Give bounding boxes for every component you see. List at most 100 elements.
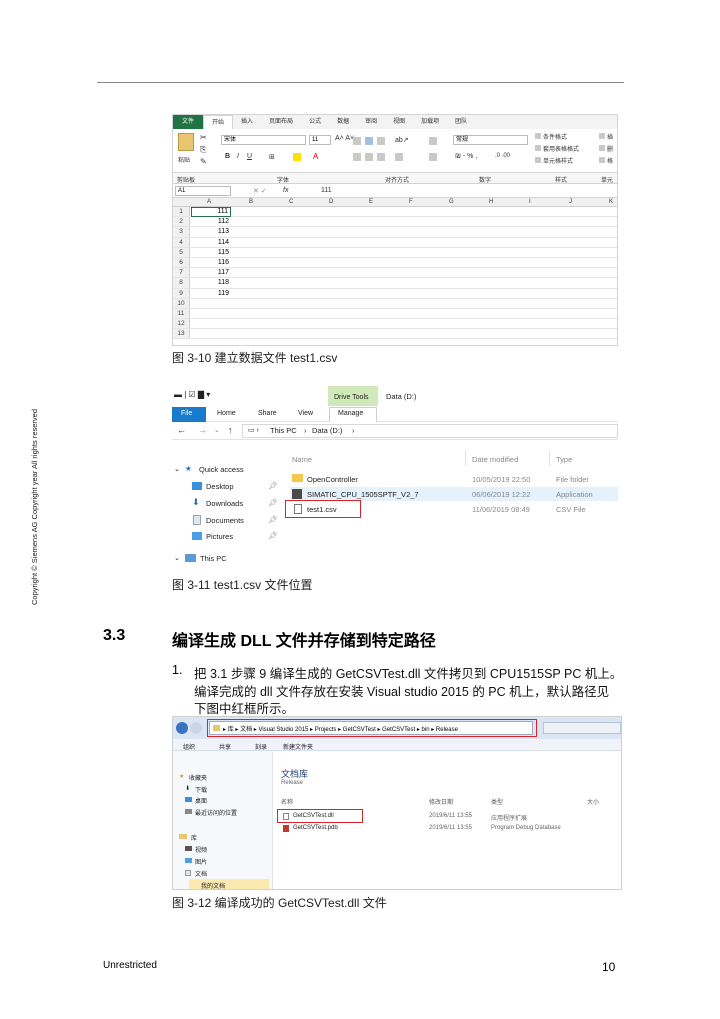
excel-tab-file[interactable]: 文件: [173, 115, 204, 129]
column-date-modified[interactable]: 修改日期: [429, 797, 453, 806]
col-header-h[interactable]: H: [489, 199, 493, 205]
format-cells-button[interactable]: 格: [607, 156, 613, 165]
excel-tab-formulas[interactable]: 公式: [301, 115, 329, 129]
font-grow-icon[interactable]: A˄ A˅: [335, 135, 354, 142]
column-type[interactable]: 类型: [491, 797, 503, 806]
toolbar-burn[interactable]: 刻录: [255, 742, 267, 751]
column-date-modified[interactable]: Date modified: [472, 455, 518, 464]
row-number[interactable]: 4: [173, 237, 190, 247]
cell-a[interactable]: 114: [191, 238, 231, 248]
nav-documents[interactable]: 文档: [195, 869, 207, 878]
pin-icon[interactable]: 📌︎: [268, 481, 278, 490]
row-number[interactable]: 2: [173, 217, 190, 227]
explorer1-tab-file[interactable]: File: [181, 410, 192, 417]
col-header-c[interactable]: C: [289, 199, 293, 205]
expand-chevron-icon[interactable]: ⌄: [174, 465, 180, 473]
nav-this-pc[interactable]: This PC: [200, 554, 227, 563]
paste-button-label[interactable]: 粘贴: [178, 155, 190, 164]
breadcrumb-this-pc[interactable]: This PC: [270, 426, 297, 435]
fill-color-icon[interactable]: [293, 153, 301, 161]
explorer1-address-bar[interactable]: [242, 424, 618, 438]
name-box[interactable]: A1: [175, 186, 231, 196]
table-format-button[interactable]: 套用表格格式: [543, 144, 579, 153]
cell-a[interactable]: 119: [191, 289, 231, 299]
excel-tab-addins[interactable]: 加载项: [413, 115, 447, 129]
row-number[interactable]: 11: [173, 308, 190, 319]
wrap-text-icon[interactable]: [429, 137, 437, 145]
column-type[interactable]: Type: [556, 455, 572, 464]
column-name[interactable]: Name: [292, 455, 312, 464]
row-number[interactable]: 1: [173, 207, 190, 217]
indent-icon[interactable]: [395, 153, 403, 161]
paste-icon[interactable]: [178, 133, 194, 151]
formula-fx-icon[interactable]: fx: [283, 187, 288, 194]
excel-tab-review[interactable]: 审阅: [357, 115, 385, 129]
col-header-f[interactable]: F: [409, 199, 413, 205]
formula-input[interactable]: 111: [321, 187, 332, 194]
col-header-d[interactable]: D: [329, 199, 333, 205]
decimal-icon[interactable]: .0 .00: [495, 153, 510, 159]
pin-icon[interactable]: 📌︎: [268, 531, 278, 540]
copy-icon[interactable]: ⎘: [200, 145, 206, 155]
pin-icon[interactable]: 📌︎: [268, 515, 278, 524]
up-arrow-icon[interactable]: ↑: [228, 425, 233, 435]
cell-a[interactable]: 112: [191, 217, 231, 227]
underline-button[interactable]: U: [247, 153, 252, 160]
cell-a[interactable]: 117: [191, 268, 231, 278]
file-name-openncontroller[interactable]: OpenController: [307, 475, 358, 484]
excel-tab-team[interactable]: 团队: [447, 115, 475, 129]
align-top-icon[interactable]: [353, 137, 361, 145]
search-input[interactable]: [543, 722, 621, 734]
align-bottom-icon[interactable]: [377, 137, 385, 145]
excel-tab-home[interactable]: 开始: [203, 115, 234, 129]
recent-dropdown-icon[interactable]: ⌄: [214, 426, 220, 434]
excel-tab-page-layout[interactable]: 页面布局: [261, 115, 301, 129]
nav-downloads[interactable]: Downloads: [206, 499, 243, 508]
row-number[interactable]: 6: [173, 257, 190, 268]
file-name-pdb[interactable]: GetCSVTest.pdb: [293, 825, 338, 831]
font-name-select[interactable]: 宋体: [221, 135, 306, 145]
excel-tab-insert[interactable]: 插入: [233, 115, 261, 129]
nav-desktop[interactable]: 桌面: [195, 796, 207, 805]
forward-button-icon[interactable]: [190, 722, 202, 734]
align-left-icon[interactable]: [353, 153, 361, 161]
pin-icon[interactable]: 📌︎: [268, 498, 278, 507]
row-number[interactable]: 3: [173, 227, 190, 237]
nav-documents[interactable]: Documents: [206, 516, 244, 525]
delete-cells-button[interactable]: 删: [607, 144, 613, 153]
align-right-icon[interactable]: [377, 153, 385, 161]
column-size[interactable]: 大小: [587, 797, 599, 806]
align-center-icon[interactable]: [365, 153, 373, 161]
row-number[interactable]: 5: [173, 247, 190, 257]
column-name[interactable]: 名称: [281, 797, 293, 806]
back-button-icon[interactable]: [176, 722, 188, 734]
nav-libraries[interactable]: 库: [191, 833, 197, 842]
drive-tools-label[interactable]: Drive Tools: [334, 394, 369, 401]
row-number[interactable]: 10: [173, 298, 190, 308]
cell-style-button[interactable]: 单元格样式: [543, 156, 573, 165]
toolbar-new-folder[interactable]: 新建文件夹: [283, 742, 313, 751]
col-header-a[interactable]: A: [207, 199, 211, 205]
row-number[interactable]: 9: [173, 288, 190, 298]
col-header-e[interactable]: E: [369, 199, 373, 205]
excel-tab-view[interactable]: 视图: [385, 115, 413, 129]
nav-videos[interactable]: 视频: [195, 845, 207, 854]
cell-a[interactable]: 115: [191, 248, 231, 258]
nav-recent-places[interactable]: 最近访问的位置: [195, 808, 237, 817]
nav-quick-access[interactable]: Quick access: [199, 465, 244, 474]
italic-button[interactable]: I: [237, 153, 239, 160]
nav-favorites[interactable]: 收藏夹: [189, 773, 207, 782]
row-number[interactable]: 12: [173, 319, 190, 329]
back-arrow-icon[interactable]: ←: [177, 425, 186, 435]
orientation-icon[interactable]: ab↗: [395, 136, 409, 144]
toolbar-share[interactable]: 共享: [219, 742, 231, 751]
border-icon[interactable]: ⊞: [269, 153, 275, 161]
col-header-g[interactable]: G: [449, 199, 454, 205]
bold-button[interactable]: B: [225, 153, 230, 160]
col-header-j[interactable]: J: [569, 199, 572, 205]
formula-cancel-icon[interactable]: ✕ ✓: [253, 187, 267, 195]
file-name-simatic[interactable]: SIMATIC_CPU_1505SPTF_V2_7: [307, 490, 419, 499]
col-header-i[interactable]: I: [529, 199, 531, 205]
nav-my-documents[interactable]: 我的文档: [201, 881, 225, 889]
cell-a[interactable]: 111: [191, 207, 231, 217]
